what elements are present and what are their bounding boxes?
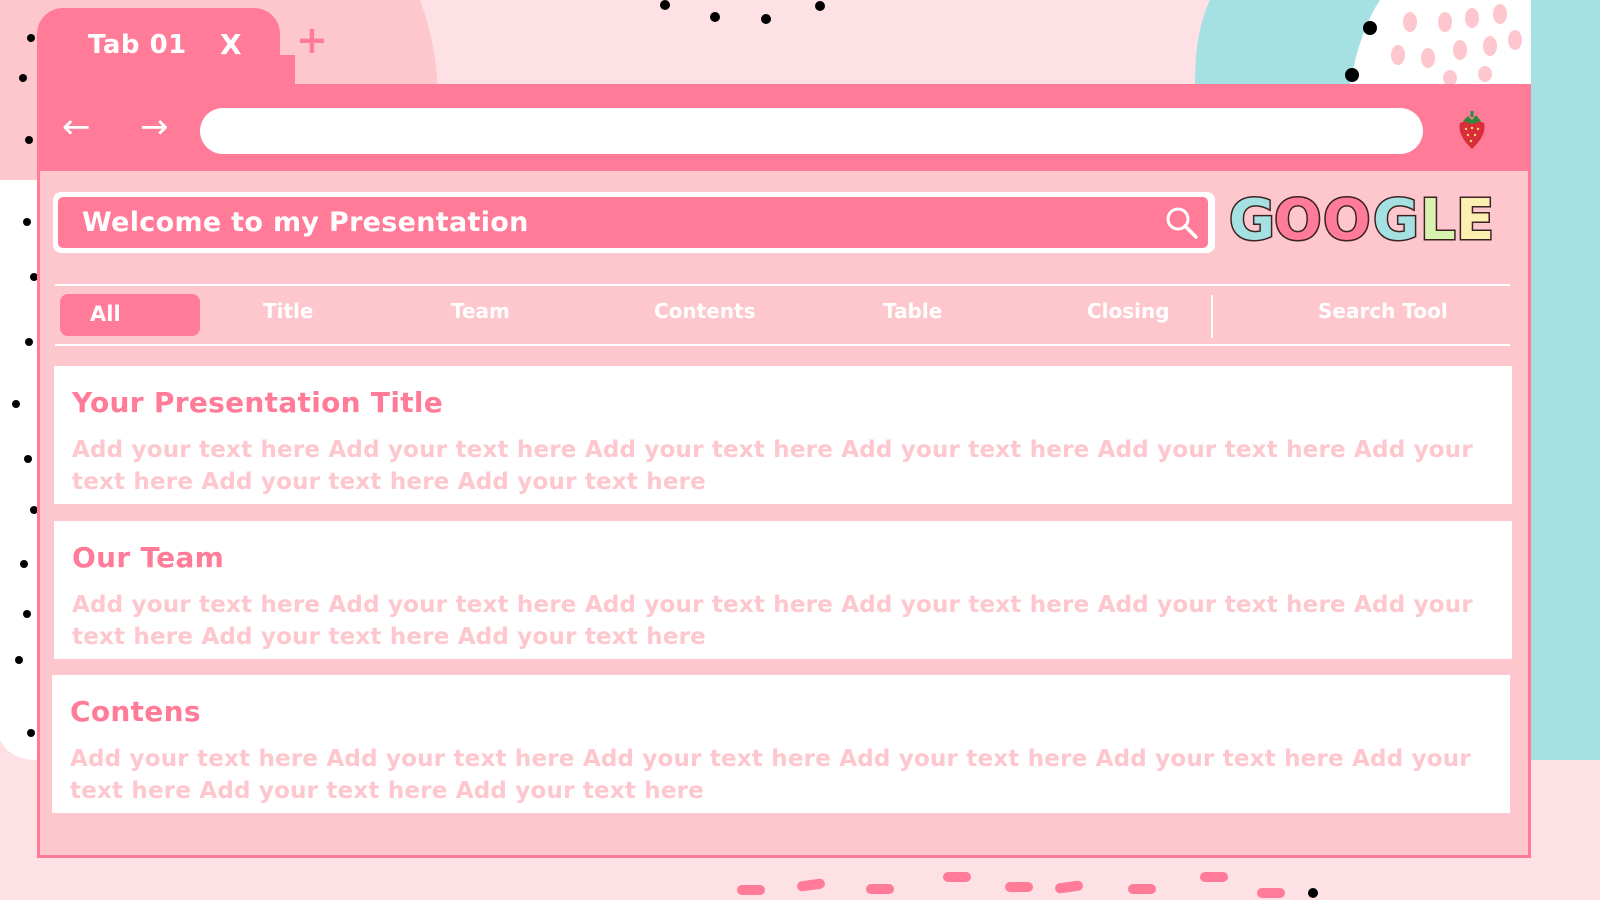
logo-letter-5: L	[1420, 188, 1456, 247]
google-logo: G O O G L E	[1228, 187, 1496, 247]
arrow-right-icon[interactable]: →	[140, 107, 169, 147]
tab-all-label: All	[90, 302, 121, 326]
arrow-left-icon[interactable]: ←	[62, 107, 91, 147]
browser-window: ← → Welcome to my Presentation G O O G L…	[37, 84, 1531, 858]
result-card[interactable]: Our Team Add your text here Add your tex…	[54, 521, 1512, 659]
strawberry-icon[interactable]	[1455, 111, 1489, 151]
tab-contents[interactable]: Contents	[654, 299, 755, 323]
result-title[interactable]: Contens	[70, 695, 201, 728]
category-bottom-divider	[55, 344, 1510, 346]
tab-title-category[interactable]: Title	[263, 299, 313, 323]
result-snippet: Add your text here Add your text here Ad…	[72, 437, 1473, 495]
search-icon[interactable]	[1164, 205, 1200, 241]
search-query[interactable]: Welcome to my Presentation	[82, 207, 529, 238]
search-field[interactable]: Welcome to my Presentation	[58, 197, 1208, 248]
category-top-divider	[55, 284, 1510, 286]
new-tab-button[interactable]: +	[296, 20, 328, 60]
tab-closing[interactable]: Closing	[1087, 299, 1170, 323]
tab-team[interactable]: Team	[451, 299, 510, 323]
result-snippet: Add your text here Add your text here Ad…	[72, 592, 1473, 650]
result-title[interactable]: Our Team	[72, 541, 224, 574]
logo-letter-1: G	[1229, 188, 1275, 247]
result-snippet: Add your text here Add your text here Ad…	[70, 746, 1471, 804]
logo-letter-4: G	[1373, 188, 1419, 247]
tab-table[interactable]: Table	[883, 299, 942, 323]
logo-letter-6: E	[1456, 188, 1494, 247]
browser-toolbar: ← →	[40, 87, 1528, 171]
tab-all[interactable]: All	[60, 294, 200, 336]
search-box[interactable]: Welcome to my Presentation	[53, 192, 1215, 253]
address-bar[interactable]	[200, 108, 1423, 154]
logo-letter-2: O	[1274, 188, 1322, 247]
logo-letter-3: O	[1323, 188, 1371, 247]
tab-title[interactable]: Tab 01	[88, 30, 187, 60]
result-title[interactable]: Your Presentation Title	[72, 386, 443, 419]
result-card[interactable]: Your Presentation Title Add your text he…	[54, 366, 1512, 504]
result-card[interactable]: Contens Add your text here Add your text…	[52, 675, 1510, 813]
tab-search-tool[interactable]: Search Tool	[1318, 299, 1448, 323]
tab-close-button[interactable]: X	[220, 28, 242, 61]
category-divider	[1211, 295, 1213, 338]
